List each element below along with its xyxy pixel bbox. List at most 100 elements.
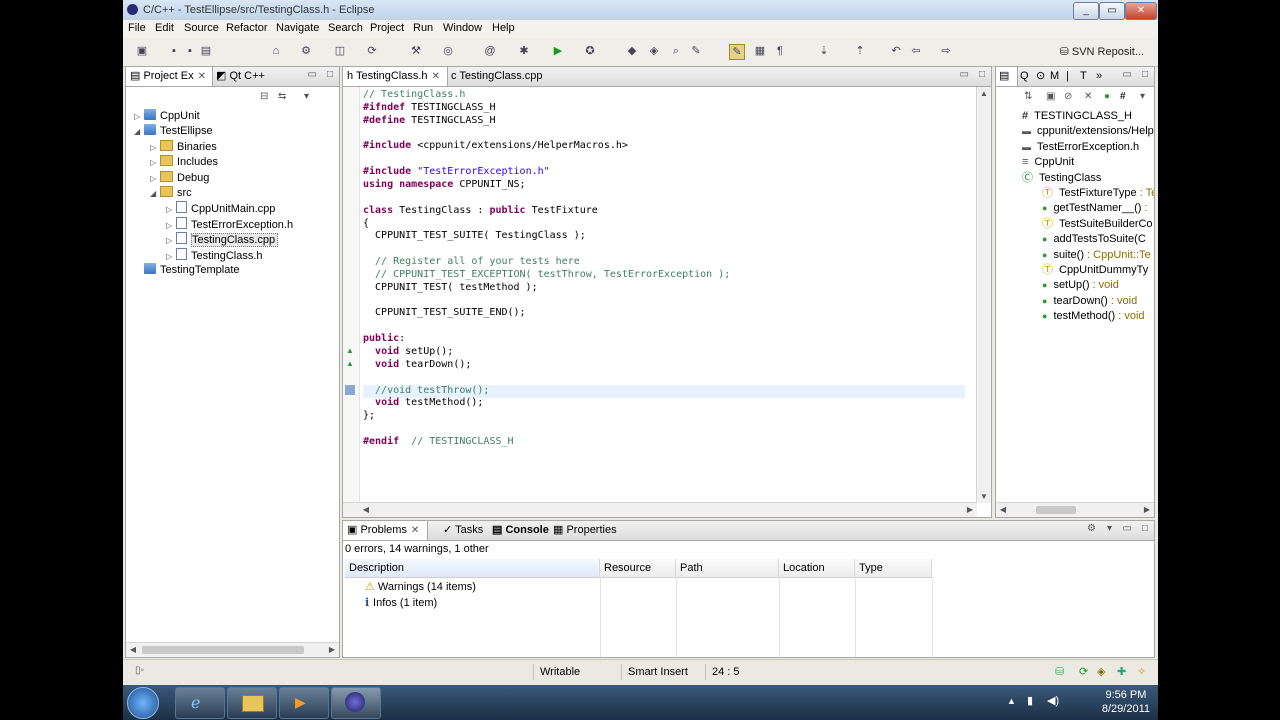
code-line[interactable]: public: (363, 332, 405, 345)
table-row-warnings[interactable]: ⚠ Warnings (14 items) (365, 579, 476, 595)
volume-icon[interactable]: ◀) (1047, 694, 1059, 707)
outline-item[interactable]: Ⓣ TestSuiteBuilderCo (1042, 217, 1153, 232)
scroll-thumb[interactable] (142, 646, 304, 654)
tab-tasks[interactable]: ✓ Tasks (439, 521, 489, 540)
show-hidden-icons-icon[interactable]: ▲ (1007, 696, 1016, 706)
maximize-view-icon[interactable]: □ (979, 69, 985, 80)
scroll-left-icon[interactable]: ◀ (126, 645, 140, 654)
update-icon[interactable]: ✚ (1117, 665, 1126, 678)
hide-static-icon[interactable]: ⊘ (1064, 91, 1072, 102)
scroll-up-icon[interactable]: ▲ (977, 89, 991, 98)
minimize-button[interactable]: _ (1073, 2, 1099, 20)
close-icon[interactable]: ✕ (411, 525, 419, 536)
scroll-right-icon[interactable]: ▶ (963, 505, 977, 514)
outline-item[interactable]: ▬ TestErrorException.h (1022, 140, 1139, 155)
close-icon[interactable]: ✕ (198, 71, 206, 82)
outline-item[interactable]: ● testMethod() : void (1042, 309, 1145, 324)
new-icon[interactable]: ▣ (135, 44, 149, 58)
tree-item-cppunitmain-cpp[interactable]: ▷ CppUnitMain.cpp (166, 201, 275, 216)
tab-testingclass-h[interactable]: h TestingClass.h ✕ (343, 67, 448, 86)
tab-overflow-icon[interactable]: » (1092, 67, 1116, 86)
menu-help[interactable]: Help (492, 22, 515, 34)
code-line[interactable]: void tearDown(); (363, 358, 471, 371)
back-icon[interactable]: ⇦ (909, 44, 923, 58)
outline-item[interactable]: ● addTestsToSuite(C (1042, 232, 1146, 247)
external-tools-icon[interactable]: ✪ (583, 44, 597, 58)
code-line[interactable]: CPPUNIT_TEST_SUITE_END(); (363, 306, 526, 319)
menu-source[interactable]: Source (184, 22, 219, 34)
menu-run[interactable]: Run (413, 22, 433, 34)
close-icon[interactable]: ✕ (432, 71, 440, 82)
tree-item-includes[interactable]: ▷ Includes (150, 155, 218, 170)
at-icon[interactable]: @ (483, 44, 497, 58)
tab-outline[interactable]: ▤ (996, 67, 1018, 86)
svn-perspective-button[interactable]: ⛁ SVN Reposit... (1054, 42, 1150, 62)
menu-refactor[interactable]: Refactor (226, 22, 268, 34)
tab-project-explorer[interactable]: ▤ Project Ex ✕ (126, 67, 213, 86)
minimize-view-icon[interactable]: ▭ (308, 69, 317, 80)
scroll-left-icon[interactable]: ◀ (996, 505, 1010, 514)
code-line[interactable]: using namespace CPPUNIT_NS; (363, 178, 526, 191)
tree-item-testingclass-cpp[interactable]: ▷ TestingClass.cpp (166, 232, 279, 248)
outline-item[interactable]: ● getTestNamer__() : (1042, 201, 1148, 216)
hide-members-icon[interactable]: ● (1104, 91, 1110, 102)
build-icon[interactable]: ⌂ (269, 44, 283, 58)
code-line[interactable]: //void testThrow(); (363, 384, 489, 397)
collapsed-icon[interactable]: ▷ (166, 202, 176, 217)
tab-problems[interactable]: ▣ Problems ✕ (343, 521, 428, 540)
block-select-icon[interactable]: ▦ (753, 44, 767, 58)
new-class-icon[interactable]: ◫ (333, 44, 347, 58)
sort-icon[interactable]: ⇅ (1024, 91, 1032, 102)
scroll-thumb[interactable] (1036, 506, 1076, 514)
taskbar-ie-icon[interactable]: ℯ (175, 687, 225, 719)
code-line[interactable]: void testMethod(); (363, 396, 483, 409)
menu-project[interactable]: Project (370, 22, 404, 34)
code-line[interactable]: // CPPUNIT_TEST_EXCEPTION( testThrow, Te… (363, 268, 730, 281)
print-icon[interactable]: ▤ (199, 44, 213, 58)
fast-view-icon[interactable]: ▯◦ (135, 665, 144, 676)
outline-item[interactable]: ≡ CppUnit (1022, 155, 1074, 170)
network-icon[interactable]: ▮ (1027, 694, 1033, 707)
tree-item-debug[interactable]: ▷ Debug (150, 170, 209, 186)
sync-icon[interactable]: ⟳ (1079, 665, 1088, 678)
outline-item[interactable]: Ⓣ CppUnitDummyTy (1042, 263, 1148, 278)
repo-icon[interactable]: ⛁ (1055, 665, 1064, 678)
menu-edit[interactable]: Edit (155, 22, 174, 34)
scroll-right-icon[interactable]: ▶ (1140, 505, 1154, 514)
code-line[interactable]: // TestingClass.h (363, 88, 465, 101)
close-button[interactable]: ✕ (1125, 2, 1157, 20)
expanded-icon[interactable]: ◢ (134, 124, 144, 139)
scroll-right-icon[interactable]: ▶ (325, 645, 339, 654)
minimize-view-icon[interactable]: ▭ (1123, 523, 1132, 534)
maximize-view-icon[interactable]: □ (1142, 523, 1148, 534)
tab-qt-cpp[interactable]: ◩ Qt C++ (212, 67, 276, 86)
code-line[interactable]: void setUp(); (363, 345, 453, 358)
prev-annotation-icon[interactable]: ⇡ (853, 44, 867, 58)
menu-window[interactable]: Window (443, 22, 482, 34)
open-type-icon[interactable]: ◆ (625, 44, 639, 58)
open-element-icon[interactable]: ◈ (647, 44, 661, 58)
outline-horizontal-scrollbar[interactable]: ◀ ▶ (996, 502, 1154, 517)
search-icon[interactable]: ⌕ (669, 44, 683, 58)
run-icon[interactable]: ▶ (551, 44, 565, 58)
collapsed-icon[interactable]: ▷ (150, 155, 160, 170)
outline-item[interactable]: ● tearDown() : void (1042, 294, 1137, 309)
code-line[interactable]: { (363, 217, 369, 230)
hide-defines-icon[interactable]: # (1120, 91, 1126, 102)
minimize-view-icon[interactable]: ▭ (1123, 69, 1132, 80)
collapse-all-icon[interactable]: ⊟ (260, 91, 268, 102)
collapsed-icon[interactable]: ▷ (150, 171, 160, 186)
tree-item-cppunit[interactable]: ▷ CppUnit (134, 109, 200, 124)
view-menu-icon[interactable]: ▾ (1107, 523, 1112, 534)
code-line[interactable]: #ifndef TESTINGCLASS_H (363, 101, 495, 114)
next-annotation-icon[interactable]: ⇣ (817, 44, 831, 58)
task-icon[interactable]: ◈ (1097, 665, 1105, 678)
scroll-down-icon[interactable]: ▼ (977, 492, 991, 501)
maximize-view-icon[interactable]: □ (1142, 69, 1148, 80)
debug-icon[interactable]: ✱ (517, 44, 531, 58)
code-line[interactable]: // Register all of your tests here (363, 255, 580, 268)
code-line[interactable]: #include "TestErrorException.h" (363, 165, 550, 178)
tab-testingclass-cpp[interactable]: c TestingClass.cpp (447, 67, 561, 86)
collapsed-icon[interactable]: ▷ (134, 109, 144, 124)
editor-vertical-scrollbar[interactable]: ▲ ▼ (976, 87, 991, 503)
